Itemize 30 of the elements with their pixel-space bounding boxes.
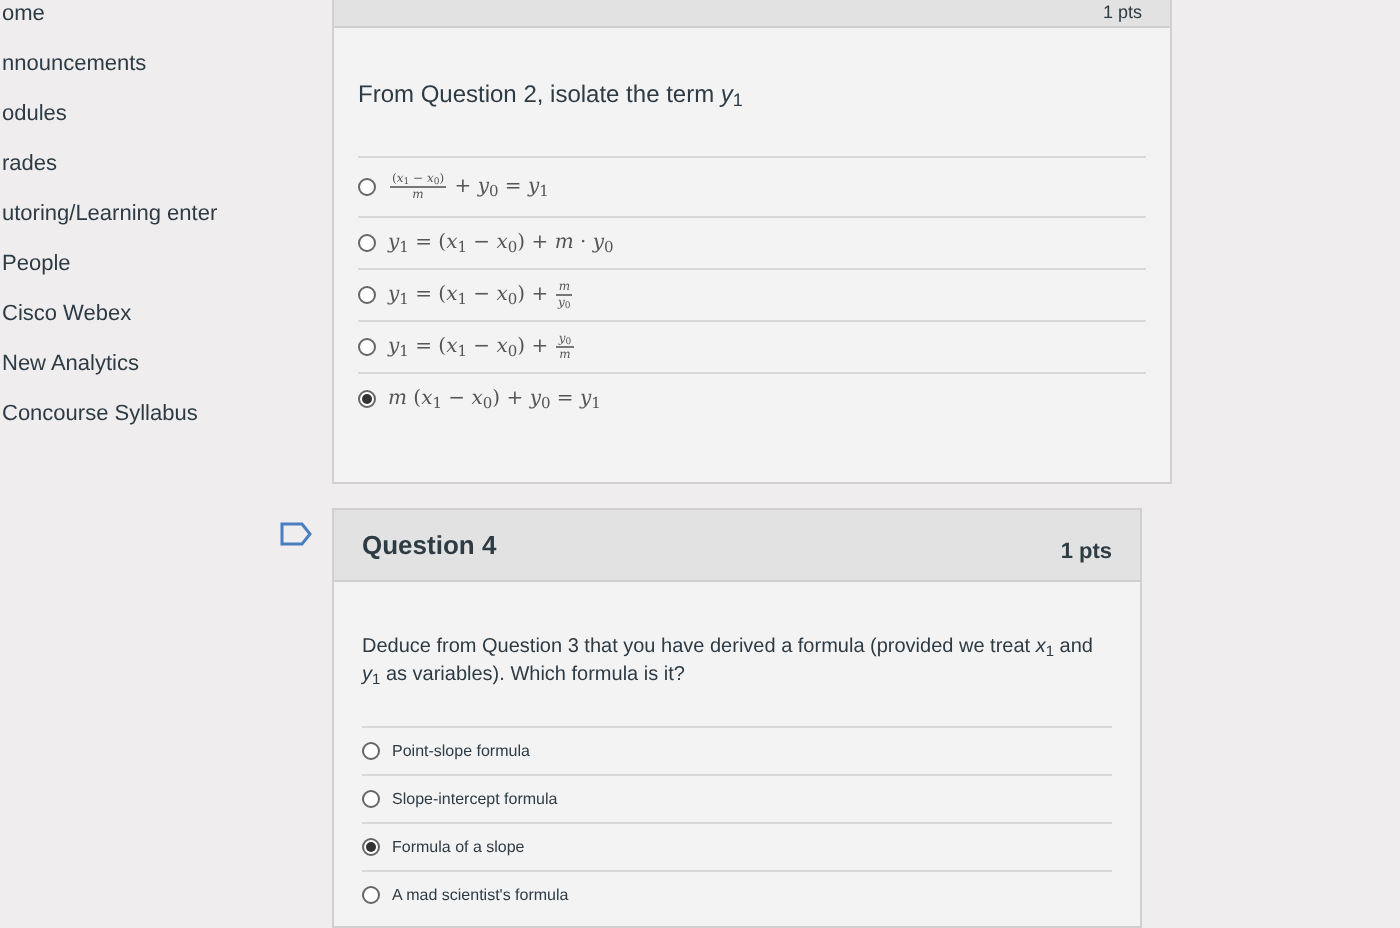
question-text: Deduce from Question 3 that you have derived a formula (provided we treat x$_{1}$ and y$_{1}$ as variables). Which formula is it? [359,634,1095,690]
math-option: m (x$_{1}$ − x$_{0}$) + y$_{0}$ = y$_{1}$ [388,384,601,414]
option-label: Slope-intercept formula [392,787,558,811]
sidebar-link[interactable]: rades [0,152,240,176]
sidebar-link[interactable]: Concourse Syllabus [0,402,240,426]
sidebar-link[interactable]: utoring/Learning enter [0,202,240,226]
radio-button[interactable] [358,178,376,196]
option-label: Point-slope formula [392,739,530,763]
points-text: 1 pts [1060,538,1112,569]
radio-button[interactable] [362,790,380,808]
radio-button[interactable] [362,742,380,760]
sidebar-link[interactable]: New Analytics [0,352,240,376]
radio-button[interactable] [358,390,376,408]
question-title: Question 4 [362,527,497,564]
radio-button[interactable] [362,838,380,856]
flag-icon[interactable] [280,522,312,546]
sidebar-link[interactable]: ome [0,2,240,26]
radio-button[interactable] [358,234,376,252]
radio-button[interactable] [358,338,376,356]
question-text: From Question 2, isolate the term y$_{1}$ [356,78,745,112]
radio-button[interactable] [362,886,380,904]
math-option: y$_{1}$ = (x$_{1}$ − x$_{0}$) + m · y$_{0}$ [388,228,614,258]
sidebar-link[interactable]: nnouncements [0,52,240,76]
sidebar-link[interactable]: Cisco Webex [0,302,240,326]
option-label: Formula of a slope [392,835,525,859]
radio-button[interactable] [358,286,376,304]
sidebar-link[interactable]: odules [0,102,240,126]
option-label: A mad scientist's formula [392,883,569,907]
points-text: 1 pts [1102,2,1142,24]
sidebar-link[interactable]: People [0,252,240,276]
